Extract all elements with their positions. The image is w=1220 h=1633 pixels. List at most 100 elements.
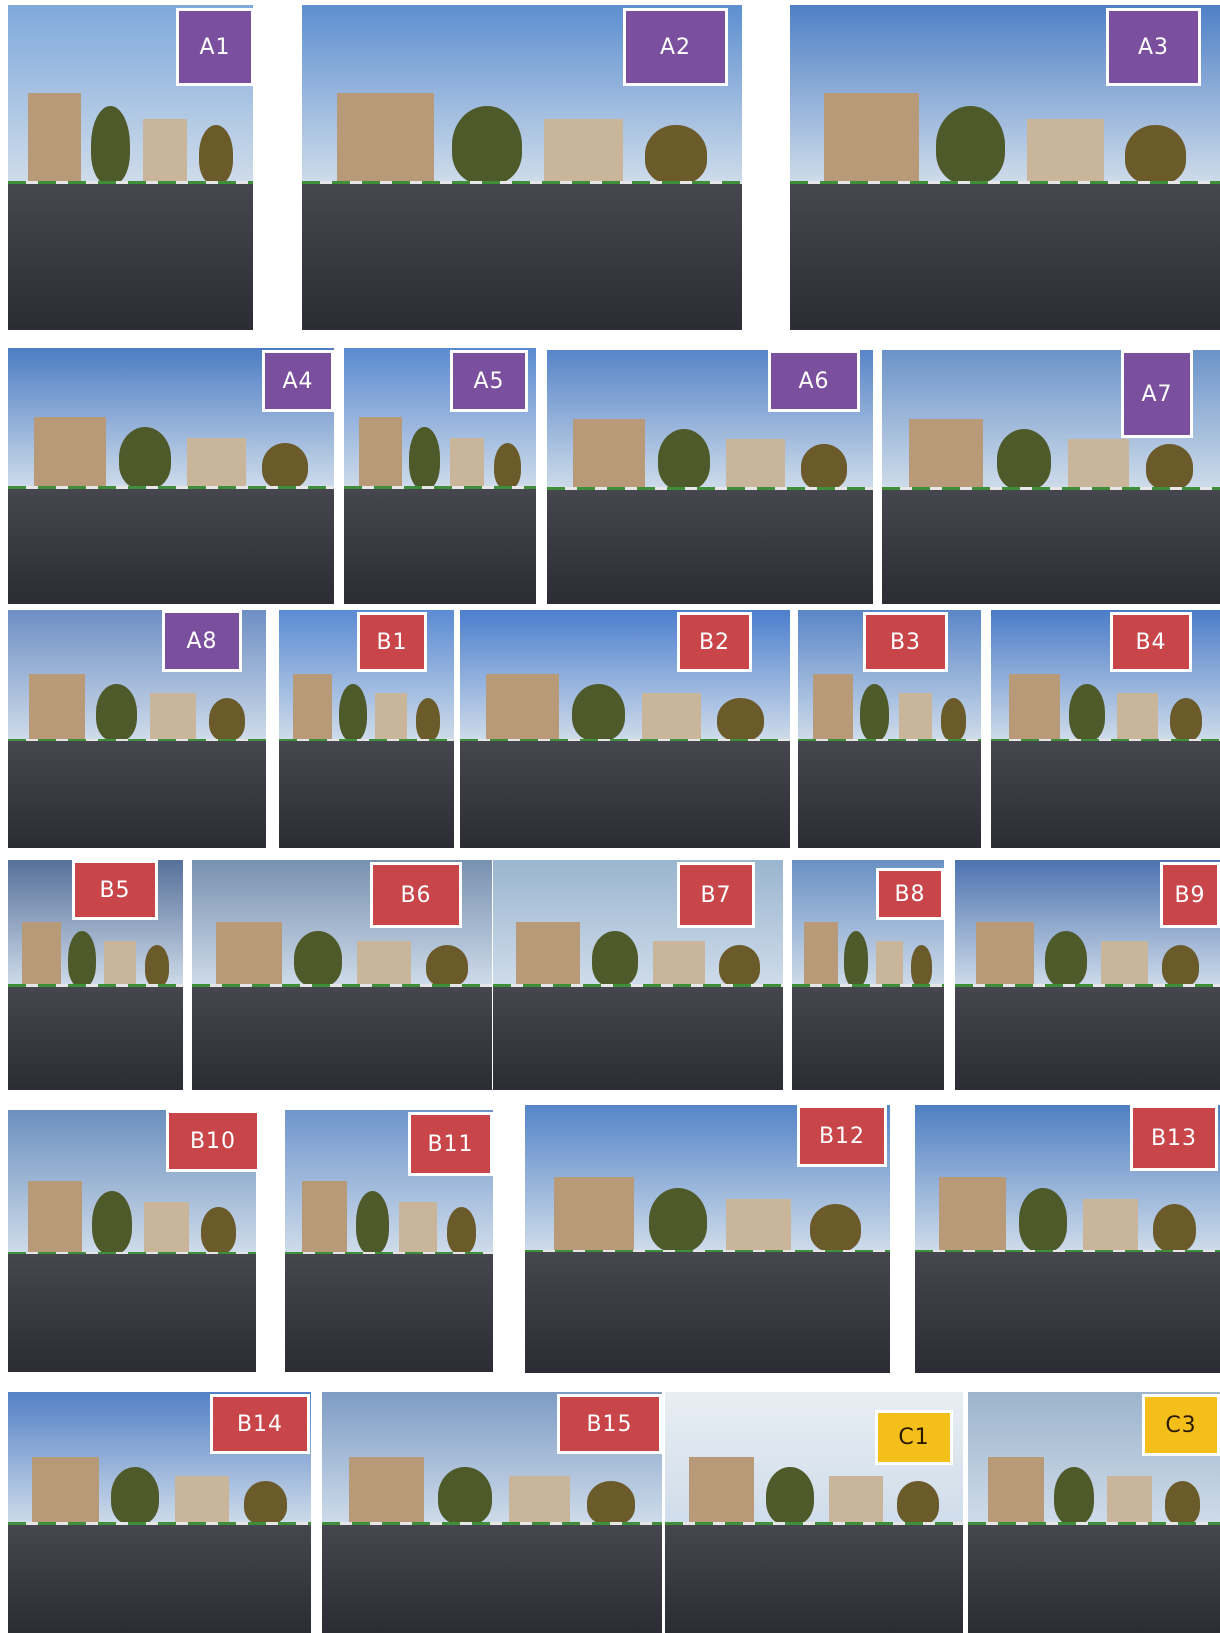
building (909, 418, 984, 490)
building (688, 1457, 755, 1525)
building (22, 922, 61, 987)
building (828, 1476, 883, 1525)
tree (355, 1191, 389, 1255)
tree (294, 931, 342, 987)
road (493, 986, 783, 1090)
panel-label-b2: B2 (677, 612, 752, 672)
tree (809, 1204, 861, 1253)
tree (244, 1481, 287, 1525)
panel-label-a2: A2 (623, 8, 728, 86)
building (544, 118, 624, 184)
tree (415, 698, 440, 741)
tree (338, 683, 367, 741)
building (804, 922, 838, 987)
building (725, 1198, 792, 1253)
tree (262, 442, 308, 489)
building (509, 1476, 571, 1525)
road (302, 183, 742, 330)
building (449, 437, 485, 489)
panel-label-b13: B13 (1130, 1105, 1218, 1171)
building (1100, 940, 1149, 987)
building (216, 922, 282, 987)
tree (144, 945, 169, 987)
building (1026, 118, 1104, 184)
road (322, 1524, 662, 1633)
road (915, 1252, 1220, 1373)
building (187, 437, 246, 489)
tree (409, 427, 440, 489)
building (976, 922, 1035, 987)
road (790, 183, 1220, 330)
road (192, 986, 492, 1090)
road (798, 740, 981, 848)
building (1067, 438, 1129, 490)
tree (95, 683, 137, 741)
building (1106, 1476, 1152, 1525)
building (349, 1457, 424, 1525)
road (279, 740, 454, 848)
road (882, 489, 1220, 604)
building (641, 693, 701, 741)
building (337, 92, 434, 184)
panel-label-b7: B7 (677, 862, 755, 928)
building (1116, 693, 1159, 741)
building (27, 92, 82, 184)
tree (897, 1481, 940, 1525)
tree (645, 125, 707, 184)
tree (91, 105, 131, 184)
panel-label-a7: A7 (1121, 350, 1193, 438)
building (34, 417, 106, 489)
road (547, 489, 873, 604)
building (1009, 674, 1060, 741)
road (792, 986, 944, 1090)
tree (1161, 945, 1199, 987)
tree (860, 683, 890, 741)
building (174, 1476, 230, 1525)
road (8, 1524, 311, 1633)
building (875, 940, 903, 987)
tree (118, 427, 171, 489)
tree (910, 945, 932, 987)
building (726, 438, 785, 490)
building (27, 1180, 83, 1255)
tree (996, 428, 1051, 490)
road (8, 986, 183, 1090)
tree (451, 105, 522, 184)
panel-label-a3: A3 (1106, 8, 1201, 86)
tree (1152, 1204, 1196, 1253)
tree (587, 1481, 635, 1525)
building (149, 693, 197, 741)
tree (1169, 698, 1202, 741)
tree (1164, 1481, 1200, 1525)
panel-label-b11: B11 (408, 1112, 493, 1176)
tree (1045, 931, 1088, 987)
panel-label-b15: B15 (557, 1394, 662, 1454)
tree (201, 1206, 237, 1255)
tree (591, 931, 638, 987)
tree (67, 931, 96, 987)
building (359, 417, 402, 489)
tree (719, 945, 760, 987)
tree (426, 945, 468, 987)
tree (199, 125, 234, 184)
panel-label-a4: A4 (262, 350, 334, 412)
tree (1018, 1188, 1068, 1253)
tree (657, 428, 710, 490)
tree (437, 1466, 492, 1525)
building (375, 693, 407, 741)
building (1082, 1198, 1138, 1253)
panel-label-a8: A8 (162, 610, 242, 672)
building (824, 92, 919, 184)
tree (111, 1466, 160, 1525)
building (144, 1201, 190, 1255)
building (399, 1201, 437, 1255)
building (293, 674, 332, 741)
tree (92, 1191, 132, 1255)
panel-label-b1: B1 (357, 612, 427, 672)
building (104, 940, 136, 987)
tree (493, 442, 521, 489)
road (525, 1252, 890, 1373)
road (344, 488, 536, 604)
panel-label-c1: C1 (875, 1410, 953, 1465)
panel-label-b6: B6 (370, 862, 462, 928)
